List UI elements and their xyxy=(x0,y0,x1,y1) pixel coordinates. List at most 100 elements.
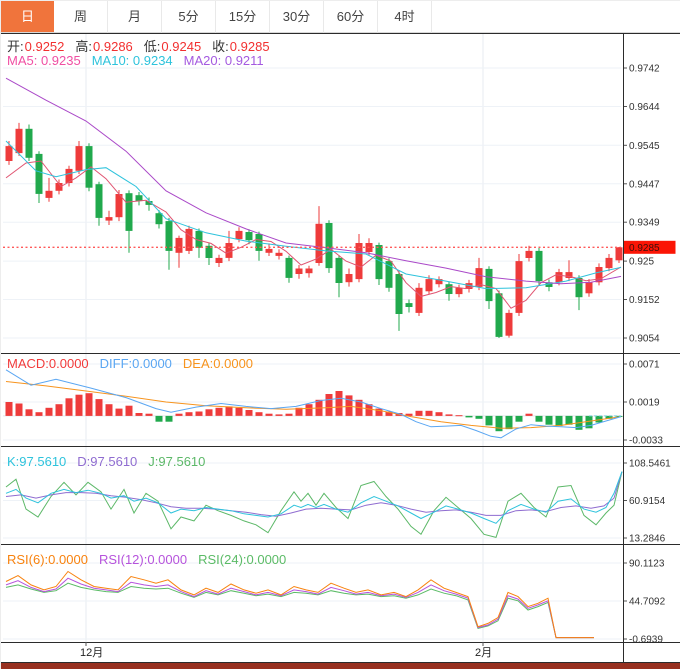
rsi6-line xyxy=(5,570,594,639)
macd-hist-bar xyxy=(445,414,453,416)
candle-body xyxy=(35,153,43,194)
macd-hist-bar xyxy=(15,403,23,416)
rsi12-line xyxy=(5,577,594,639)
candle-body xyxy=(155,213,163,225)
macd-hist-bar xyxy=(285,413,293,416)
main-tick-label: 0.9644 xyxy=(629,102,660,113)
candle-body xyxy=(475,268,483,287)
macd-hist-bar xyxy=(205,409,213,416)
macd-hist-bar xyxy=(45,407,53,416)
candle-body xyxy=(355,243,363,280)
candle-body xyxy=(405,303,413,307)
macd-tick-label: -0.0033 xyxy=(629,436,663,447)
tab-timeframe-5分[interactable]: 5分 xyxy=(162,1,216,33)
macd-hist-bar xyxy=(5,402,13,416)
macd-hist-bar xyxy=(75,394,83,416)
candle-body xyxy=(5,146,13,161)
macd-tick-label: 0.0071 xyxy=(629,360,660,371)
macd-hist-bar xyxy=(505,415,513,430)
current-price-tag-label: 0.9285 xyxy=(629,243,660,254)
kdj-tick-label: 13.2846 xyxy=(629,534,666,545)
tab-timeframe-15分[interactable]: 15分 xyxy=(216,1,270,33)
macd-hist-bar xyxy=(215,407,223,416)
macd-hist-bar xyxy=(485,415,493,426)
macd-hist-bar xyxy=(195,411,203,416)
chart-canvas[interactable]: 0.9742 0.9644 0.9545 0.9447 0.9349 0.925 0.915… xyxy=(1,33,680,669)
tab-timeframe-60分[interactable]: 60分 xyxy=(324,1,378,33)
macd-hist-bar xyxy=(255,412,263,416)
macd-hist-bar xyxy=(245,410,253,416)
main-tick-label: 0.9742 xyxy=(629,64,660,75)
candle-body xyxy=(135,195,143,202)
macd-hist-bar xyxy=(165,415,173,422)
macd-hist-bar xyxy=(55,404,63,416)
candle-body xyxy=(165,221,173,251)
macd-hist-bar xyxy=(25,409,33,416)
kline-chart-app: 日周月 5分 15分 30分 60分 4时 0.9742 0.9644 0.9545 0.944… xyxy=(0,0,680,669)
candle-body xyxy=(605,257,613,269)
macd-hist-bar xyxy=(135,413,143,416)
macd-hist-bar xyxy=(125,405,133,416)
candle-body xyxy=(215,257,223,263)
candle-body xyxy=(265,248,273,253)
candle-body xyxy=(225,243,233,258)
candle-body xyxy=(325,223,333,269)
candle-body xyxy=(585,282,593,294)
tab-timeframe-日[interactable]: 日 xyxy=(1,1,54,33)
rsi24-line xyxy=(5,582,594,639)
macd-hist-bar xyxy=(535,415,543,422)
macd-hist-bar xyxy=(185,412,193,416)
tab-timeframe-4时[interactable]: 4时 xyxy=(378,1,432,33)
candle-body xyxy=(345,274,353,283)
bottom-bar xyxy=(1,663,680,669)
tab-timeframe-月[interactable]: 月 xyxy=(108,1,162,33)
d-line xyxy=(5,471,623,517)
candle-body xyxy=(15,128,23,154)
macd-hist-bar xyxy=(515,415,523,422)
macd-hist-bar xyxy=(105,404,113,416)
candle-body xyxy=(45,190,53,198)
tab-timeframe-30分[interactable]: 30分 xyxy=(270,1,324,33)
main-tick-label: 0.9447 xyxy=(629,179,660,190)
macd-hist-bar xyxy=(545,415,553,425)
macd-hist-bar xyxy=(425,410,433,416)
k-line xyxy=(5,471,623,524)
candle-body xyxy=(285,257,293,278)
candle-body xyxy=(275,252,283,256)
candle-body xyxy=(235,230,243,240)
macd-hist-bar xyxy=(345,395,353,416)
macd-hist-bar xyxy=(335,391,343,416)
macd-hist-bar xyxy=(275,414,283,416)
rsi-tick-label: 90.1123 xyxy=(629,559,665,570)
timeframe-tab-bar: 日周月 5分 15分 30分 60分 4时 xyxy=(1,1,680,33)
candle-body xyxy=(175,237,183,253)
candle-body xyxy=(305,268,313,274)
macd-hist-bar xyxy=(115,408,123,416)
candle-body xyxy=(105,217,113,221)
main-tick-label: 0.9545 xyxy=(629,141,660,152)
macd-hist-bar xyxy=(305,404,313,416)
candle-body xyxy=(395,274,403,314)
candle-body xyxy=(525,250,533,258)
candle-body xyxy=(75,146,83,171)
macd-hist-bar xyxy=(265,413,273,416)
candle-body xyxy=(415,287,423,313)
macd-hist-bar xyxy=(465,415,473,418)
candle-body xyxy=(425,279,433,292)
macd-hist-bar xyxy=(455,415,463,417)
main-tick-label: 0.9349 xyxy=(629,218,660,229)
macd-hist-bar xyxy=(475,415,483,419)
macd-hist-bar xyxy=(525,413,533,416)
tab-timeframe-周[interactable]: 周 xyxy=(54,1,108,33)
x-axis-month-label: 2月 xyxy=(475,647,492,659)
macd-tick-label: 0.0019 xyxy=(629,398,660,409)
macd-hist-bar xyxy=(175,413,183,416)
candle-body xyxy=(455,287,463,295)
macd-hist-bar xyxy=(145,413,153,416)
candle-body xyxy=(555,272,563,283)
candle-body xyxy=(505,312,513,336)
macd-hist-bar xyxy=(555,415,563,427)
main-tick-label: 0.9152 xyxy=(629,295,660,306)
candle-body xyxy=(535,250,543,282)
tab-bar-filler xyxy=(432,1,680,33)
